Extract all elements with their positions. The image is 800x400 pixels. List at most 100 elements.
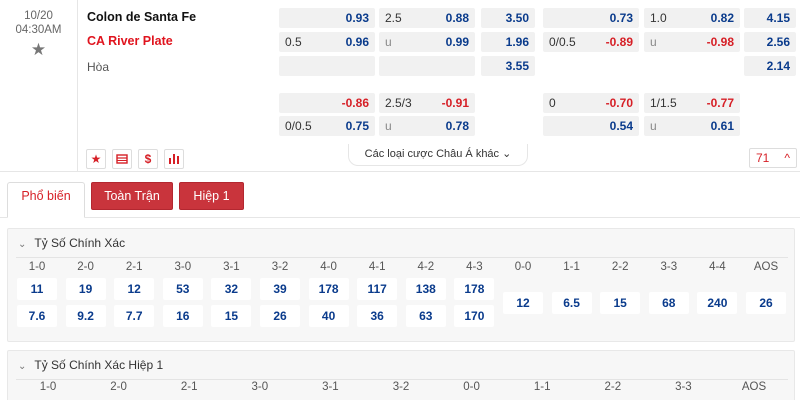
score-header: 4-3 — [466, 261, 483, 273]
h1-1x2-home-odd[interactable]: 4.15 — [744, 8, 796, 28]
away-team-name: CA River Plate — [87, 34, 173, 48]
score-header: 3-3 — [675, 381, 692, 393]
score-header: 2-1 — [180, 381, 198, 393]
score-odd-away[interactable]: 7.7 — [114, 305, 155, 327]
score-odd-home[interactable]: 12 — [114, 278, 155, 300]
score-odd-home[interactable]: 19 — [65, 278, 106, 300]
h1-ou-over-odd[interactable]: 1.0 0.82 — [644, 8, 740, 28]
match-row: 10/20 04:30AM ★ Colon de Santa Fe CA Riv… — [0, 0, 800, 172]
ft-1x2-home-odd[interactable]: 3.50 — [481, 8, 535, 28]
score-odd-home[interactable]: 11 — [17, 278, 57, 300]
score-odd-away[interactable]: 170 — [454, 305, 495, 327]
score-odd-away[interactable]: 26 — [260, 305, 300, 327]
ft-ou-empty — [379, 56, 475, 76]
score-odd-home[interactable]: 53 — [162, 278, 203, 300]
score-header: 2-2 — [604, 381, 622, 393]
h12-ou-over-odd[interactable]: 1/1.5 -0.77 — [644, 93, 740, 113]
chevron-up-icon: ^ — [784, 151, 790, 165]
market-count-button[interactable]: 71 ^ — [749, 148, 797, 168]
h1-1x2-draw-odd[interactable]: 2.14 — [744, 56, 796, 76]
favorite-star-icon[interactable]: ★ — [86, 149, 106, 169]
score-header: 3-0 — [251, 381, 269, 393]
score-header: 4-0 — [320, 261, 337, 273]
ft-ou-under-odd[interactable]: u 0.99 — [379, 32, 475, 52]
score-odd-home[interactable]: 32 — [211, 278, 252, 300]
score-odd-draw[interactable]: 12 — [503, 292, 543, 314]
h1-1x2-away-odd[interactable]: 2.56 — [744, 32, 796, 52]
score-header: 4-1 — [368, 261, 386, 273]
score-header: 0-0 — [463, 381, 480, 393]
score-odd-away[interactable]: 15 — [211, 305, 252, 327]
score-odd-away[interactable]: 36 — [357, 305, 398, 327]
chevron-down-icon: ⌄ — [18, 239, 27, 250]
match-time: 04:30AM — [15, 24, 62, 36]
dollar-icon[interactable]: $ — [138, 149, 158, 169]
divider — [16, 379, 788, 380]
favorite-star-icon[interactable]: ★ — [0, 41, 77, 59]
score-header: 2-1 — [125, 261, 143, 273]
ft-handicap-away-odd[interactable]: 0.5 0.96 — [279, 32, 375, 52]
h1-ou-under-odd[interactable]: u -0.98 — [644, 32, 740, 52]
ft2-ou-over-odd[interactable]: 2.5/3 -0.91 — [379, 93, 475, 113]
h1-handicap-home-odd[interactable]: 0.73 — [543, 8, 639, 28]
correct-score-section: ⌄ Tỷ Số Chính Xác 1-0 2-0 2-1 3-0 3-1 3-2 4-0 4-… — [7, 228, 795, 342]
score-odd-away[interactable]: 40 — [308, 305, 349, 327]
score-header: AOS — [741, 381, 767, 393]
more-bet-types-toggle[interactable]: Các loại cược Châu Á khác ⌄ — [348, 144, 528, 166]
score-header: 4-4 — [709, 261, 726, 273]
score-header: 2-2 — [611, 261, 629, 273]
ft2-ou-under-odd[interactable]: u 0.78 — [379, 116, 475, 136]
bar-chart-icon[interactable] — [164, 149, 184, 169]
match-datetime: 10/20 04:30AM ★ — [0, 0, 78, 172]
score-header: 4-2 — [417, 261, 435, 273]
score-odd-home[interactable]: 138 — [405, 278, 446, 300]
correct-score-header[interactable]: ⌄ Tỷ Số Chính Xác — [18, 236, 125, 250]
ft-handicap-empty — [279, 56, 375, 76]
score-odd-home[interactable]: 39 — [260, 278, 300, 300]
chevron-down-icon: ⌄ — [502, 148, 512, 160]
h12-handicap-home-odd[interactable]: 0 -0.70 — [543, 93, 639, 113]
home-team-name: Colon de Santa Fe — [87, 10, 197, 24]
score-odd-home[interactable]: 178 — [454, 278, 495, 300]
score-odd-away[interactable]: 16 — [162, 305, 203, 327]
score-odd-away[interactable]: 63 — [405, 305, 446, 327]
score-header: AOS — [753, 261, 779, 273]
score-odd-draw[interactable]: 6.5 — [551, 292, 592, 314]
ft-handicap-home-odd[interactable]: 0.93 — [279, 8, 375, 28]
draw-label: Hòa — [87, 60, 110, 74]
ft-ou-over-odd[interactable]: 2.5 0.88 — [379, 8, 475, 28]
ft-1x2-draw-odd[interactable]: 3.55 — [481, 56, 535, 76]
score-odd-home[interactable]: 178 — [308, 278, 349, 300]
page: 10/20 04:30AM ★ Colon de Santa Fe CA Riv… — [0, 0, 800, 400]
correct-score-h1-section: ⌄ Tỷ Số Chính Xác Hiệp 1 1-0 2-0 2-1 3-0 3-1 3… — [7, 350, 795, 400]
stats-card-icon[interactable] — [112, 149, 132, 169]
ft2-handicap-away-odd[interactable]: 0/0.5 0.75 — [279, 116, 375, 136]
score-header: 3-2 — [392, 381, 410, 393]
score-odd-draw[interactable]: 240 — [697, 292, 738, 314]
score-header: 3-1 — [322, 381, 339, 393]
score-odd-draw[interactable]: 26 — [746, 292, 786, 314]
market-tabs: Phổ biến Toàn Trận Hiệp 1 — [0, 172, 800, 218]
score-header: 3-3 — [660, 261, 678, 273]
score-header: 1-0 — [28, 261, 46, 273]
correct-score-h1-header[interactable]: ⌄ Tỷ Số Chính Xác Hiệp 1 — [18, 358, 163, 372]
score-odd-draw[interactable]: 68 — [648, 292, 689, 314]
score-header: 2-0 — [77, 261, 94, 273]
tab-half1[interactable]: Hiệp 1 — [179, 182, 244, 210]
tab-full-match[interactable]: Toàn Trận — [91, 182, 173, 210]
ft2-handicap-home-odd[interactable]: -0.86 — [279, 93, 375, 113]
tab-popular[interactable]: Phổ biến — [7, 182, 85, 218]
h12-handicap-away-odd[interactable]: 0.54 — [543, 116, 639, 136]
score-odd-away[interactable]: 7.6 — [17, 305, 57, 327]
score-odd-draw[interactable]: 15 — [600, 292, 641, 314]
score-odd-home[interactable]: 117 — [357, 278, 398, 300]
h12-ou-under-odd[interactable]: u 0.61 — [644, 116, 740, 136]
match-date: 10/20 — [24, 10, 53, 22]
h1-handicap-away-odd[interactable]: 0/0.5 -0.89 — [543, 32, 639, 52]
score-header: 2-0 — [110, 381, 127, 393]
score-header: 1-1 — [533, 381, 551, 393]
score-header: 3-2 — [271, 261, 289, 273]
score-odd-away[interactable]: 9.2 — [65, 305, 106, 327]
chevron-down-icon: ⌄ — [18, 361, 27, 372]
ft-1x2-away-odd[interactable]: 1.96 — [481, 32, 535, 52]
